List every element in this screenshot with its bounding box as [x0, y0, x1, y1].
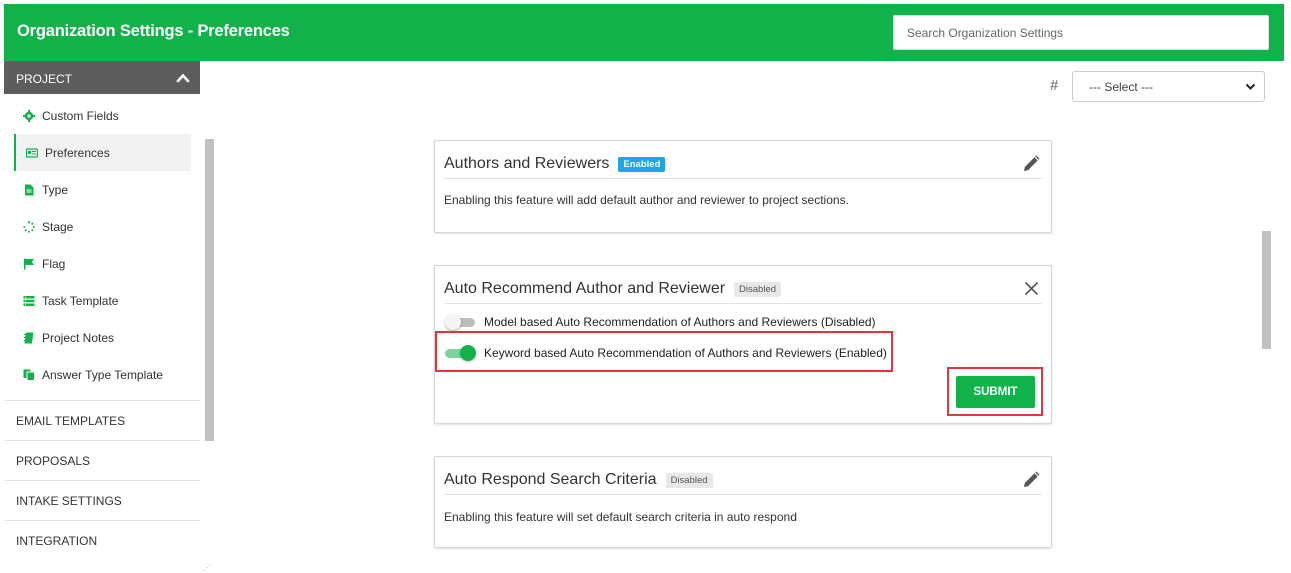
sidebar-section-project[interactable]: PROJECT	[4, 61, 200, 94]
resize-handle[interactable]: ⋰	[203, 563, 213, 572]
page-title: Organization Settings - Preferences	[17, 22, 290, 40]
filter-select-value: --- Select ---	[1089, 79, 1153, 94]
divider	[444, 303, 1042, 304]
gear-icon	[23, 109, 35, 122]
card-description: Enabling this feature will set default s…	[444, 510, 797, 524]
chevron-down-icon	[1245, 83, 1256, 90]
document-icon	[23, 184, 35, 196]
pencil-icon[interactable]	[1022, 471, 1040, 489]
sidebar-item-label: Project Notes	[42, 330, 115, 345]
close-icon[interactable]	[1024, 281, 1039, 296]
sidebar-item-project-notes[interactable]: Project Notes	[14, 319, 191, 356]
sidebar-section-proposals[interactable]: PROPOSALS	[4, 440, 200, 480]
top-header: Organization Settings - Preferences	[4, 4, 1284, 61]
pencil-icon[interactable]	[1022, 155, 1040, 173]
sidebar-item-label: Preferences	[45, 145, 110, 160]
sidebar-item-custom-fields[interactable]: Custom Fields	[14, 97, 191, 134]
card-title: Authors and Reviewers Enabled	[444, 155, 666, 173]
sidebar-item-flag[interactable]: Flag	[14, 245, 191, 282]
chevron-up-icon[interactable]	[176, 71, 190, 85]
option-label: Model based Auto Recommendation of Autho…	[484, 315, 876, 329]
sidebar-item-preferences[interactable]: Preferences	[14, 134, 191, 171]
sidebar-section-integration[interactable]: INTEGRATION	[4, 520, 200, 560]
main-scrollbar[interactable]	[1262, 231, 1271, 349]
sidebar-item-label: Flag	[42, 256, 66, 271]
search-input[interactable]	[893, 15, 1269, 50]
card-title-text: Auto Respond Search Criteria	[444, 471, 657, 488]
id-card-icon	[26, 147, 38, 159]
copy-icon	[23, 369, 35, 381]
keyword-option-highlight	[435, 331, 893, 372]
card-title: Auto Respond Search Criteria Disabled	[444, 471, 713, 489]
sidebar-section-email-templates[interactable]: EMAIL TEMPLATES	[4, 400, 200, 440]
sidebar-item-label: Answer Type Template	[42, 367, 163, 382]
status-badge: Disabled	[734, 281, 782, 297]
sidebar-item-answer-type-template[interactable]: Answer Type Template	[14, 356, 191, 393]
status-badge: Disabled	[665, 472, 713, 488]
sidebar-item-label: Stage	[42, 219, 74, 234]
sidebar-scrollbar[interactable]	[205, 139, 214, 441]
spinner-icon	[23, 220, 35, 233]
card-title: Auto Recommend Author and Reviewer Disab…	[444, 280, 782, 298]
model-recommendation-option: Model based Auto Recommendation of Autho…	[445, 314, 876, 330]
divider	[444, 178, 1042, 179]
sidebar-section-label: PROJECT	[16, 72, 73, 86]
authors-reviewers-card: Authors and Reviewers Enabled Enabling t…	[434, 140, 1052, 233]
auto-respond-card: Auto Respond Search Criteria Disabled En…	[434, 456, 1052, 548]
filter-select[interactable]: --- Select ---	[1072, 71, 1265, 102]
submit-button[interactable]: SUBMIT	[956, 376, 1035, 408]
model-recommendation-toggle[interactable]	[445, 314, 475, 330]
sidebar-item-stage[interactable]: Stage	[14, 208, 191, 245]
notebook-icon	[23, 332, 35, 344]
sidebar-item-label: Task Template	[42, 293, 119, 308]
sidebar-item-type[interactable]: Type	[14, 171, 191, 208]
list-icon	[23, 295, 35, 307]
card-title-text: Auto Recommend Author and Reviewer	[444, 280, 726, 297]
sidebar-item-label: Custom Fields	[42, 108, 119, 123]
status-badge: Enabled	[618, 156, 666, 172]
sidebar-section-intake-settings[interactable]: INTAKE SETTINGS	[4, 480, 200, 520]
sidebar-item-label: Type	[42, 182, 69, 197]
flag-icon	[23, 258, 35, 270]
sidebar: PROJECT Custom Fields Preferences Type S…	[4, 61, 200, 573]
card-description: Enabling this feature will add default a…	[444, 193, 849, 207]
sidebar-item-task-template[interactable]: Task Template	[14, 282, 191, 319]
hash-icon: #	[1050, 77, 1059, 94]
divider	[444, 494, 1042, 495]
card-title-text: Authors and Reviewers	[444, 155, 610, 172]
